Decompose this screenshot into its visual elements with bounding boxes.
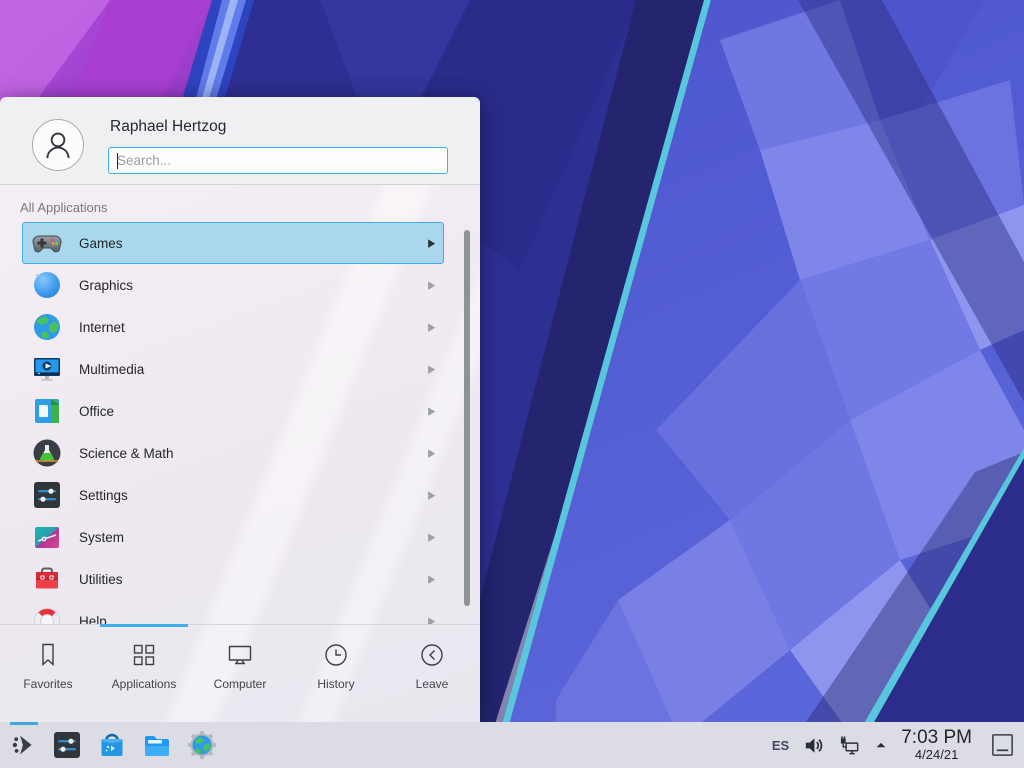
leave-back-icon [417,640,447,670]
clock-time: 7:03 PM [901,728,972,747]
taskbar-discover[interactable] [89,722,134,768]
keyboard-layout-indicator[interactable]: ES [772,738,789,753]
kde-launcher-icon [10,731,38,759]
dolphin-folder-icon [141,729,173,761]
submenu-arrow-icon: ▶ [428,404,435,417]
settings-sliders-icon [31,479,63,511]
tab-computer[interactable]: Computer [192,625,288,722]
games-gamepad-icon [31,227,63,259]
utilities-toolbox-icon [31,563,63,595]
scrollbar-thumb[interactable] [464,230,470,606]
menu-category-help[interactable]: Help▶ [22,600,444,624]
history-clock-icon [321,640,351,670]
search-field[interactable] [108,147,448,174]
network-icon[interactable] [838,734,861,757]
taskbar: ES 7:03 PM 4/24/21 [0,722,1024,768]
user-avatar[interactable] [32,119,84,171]
launcher-tab-bar: FavoritesApplicationsComputerHistoryLeav… [0,624,480,722]
tab-favorites[interactable]: Favorites [0,625,96,722]
graphics-sphere-icon [31,269,63,301]
taskbar-system-settings[interactable] [44,722,89,768]
discover-bag-icon [96,729,128,761]
submenu-arrow-icon: ▶ [428,488,435,501]
multimedia-player-icon [31,353,63,385]
menu-category-internet[interactable]: Internet▶ [22,306,444,348]
submenu-arrow-icon: ▶ [428,530,435,543]
user-icon [36,123,80,167]
menu-category-games[interactable]: Games▶ [22,222,444,264]
taskbar-file-manager[interactable] [134,722,179,768]
search-input[interactable] [109,148,447,173]
applications-grid-icon [129,640,159,670]
digital-clock[interactable]: 7:03 PM 4/24/21 [901,728,972,762]
tab-applications[interactable]: Applications [96,625,192,722]
application-launcher-menu: Raphael Hertzog All Applications Games▶G… [0,97,480,722]
show-desktop-button[interactable] [989,730,1016,760]
submenu-arrow-icon: ▶ [428,320,435,333]
internet-globe-icon [31,311,63,343]
system-monitor-icon [31,521,63,553]
launcher-header: Raphael Hertzog [0,97,480,185]
system-tray: ES 7:03 PM 4/24/21 [772,728,1016,762]
computer-monitor-icon [225,640,255,670]
menu-category-office[interactable]: Office▶ [22,390,444,432]
science-flask-icon [31,437,63,469]
submenu-arrow-icon: ▶ [428,362,435,375]
office-documents-icon [31,395,63,427]
expand-tray-icon[interactable] [874,738,888,752]
submenu-arrow-icon: ▶ [428,278,435,291]
menu-category-multimedia[interactable]: Multimedia▶ [22,348,444,390]
help-lifering-icon [31,605,63,624]
section-label: All Applications [20,200,480,218]
menu-category-system[interactable]: System▶ [22,516,444,558]
launcher-body: All Applications Games▶Graphics▶Internet… [0,185,480,722]
application-category-list: Games▶Graphics▶Internet▶Multimedia▶Offic… [0,222,480,624]
submenu-arrow-icon: ▶ [428,446,435,459]
menu-category-science-math[interactable]: Science & Math▶ [22,432,444,474]
clock-date: 4/24/21 [901,747,972,762]
desktop: Raphael Hertzog All Applications Games▶G… [0,0,1024,768]
submenu-arrow-icon: ▶ [428,236,435,249]
text-caret [117,153,118,169]
menu-category-utilities[interactable]: Utilities▶ [22,558,444,600]
volume-icon[interactable] [802,734,825,757]
menu-category-settings[interactable]: Settings▶ [22,474,444,516]
menu-category-graphics[interactable]: Graphics▶ [22,264,444,306]
settings-sliders-icon [51,729,83,761]
taskbar-launchers [4,722,224,768]
submenu-arrow-icon: ▶ [428,614,435,624]
favorites-bookmark-icon [33,640,63,670]
taskbar-application-launcher[interactable] [4,722,44,768]
tab-history[interactable]: History [288,625,384,722]
globe-gear-icon [186,729,218,761]
tab-leave[interactable]: Leave [384,625,480,722]
user-name: Raphael Hertzog [110,118,226,136]
taskbar-web-browser[interactable] [179,722,224,768]
submenu-arrow-icon: ▶ [428,572,435,585]
